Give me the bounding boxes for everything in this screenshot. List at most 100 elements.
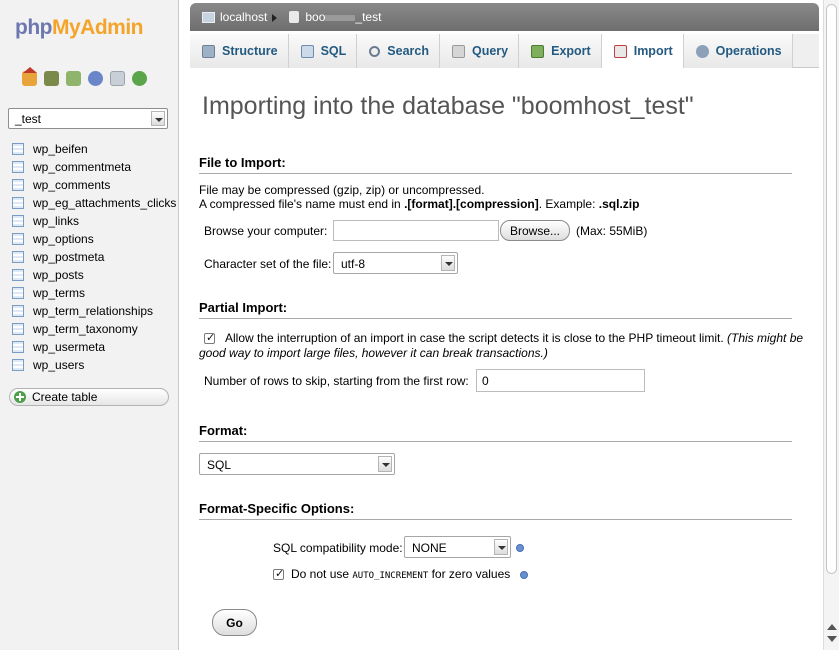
- go-button[interactable]: Go: [212, 609, 257, 636]
- table-item[interactable]: wp_links: [12, 212, 176, 230]
- auto-increment-code: AUTO_INCREMENT: [352, 571, 429, 581]
- reload-icon[interactable]: [132, 71, 147, 86]
- format-heading: Format:: [199, 423, 792, 442]
- tab-operations[interactable]: Operations: [683, 34, 793, 68]
- table-icon[interactable]: [12, 341, 24, 353]
- table-name[interactable]: wp_beifen: [33, 142, 88, 156]
- no-auto-increment-label: Do not use AUTO_INCREMENT for zero value…: [291, 567, 510, 581]
- table-item[interactable]: wp_terms: [12, 284, 176, 302]
- logo-php: php: [15, 16, 52, 39]
- table-item[interactable]: wp_beifen: [12, 140, 176, 158]
- table-name[interactable]: wp_commentmeta: [33, 160, 131, 174]
- home-icon[interactable]: [22, 67, 37, 86]
- skip-rows-input[interactable]: 0: [476, 369, 645, 392]
- tab-label: SQL: [320, 44, 347, 58]
- breadcrumb-database[interactable]: boo _test: [305, 10, 381, 24]
- table-item[interactable]: wp_posts: [12, 266, 176, 284]
- table-icon[interactable]: [12, 287, 24, 299]
- table-name[interactable]: wp_usermeta: [33, 340, 105, 354]
- tab-sql[interactable]: SQL: [288, 34, 358, 68]
- tab-import[interactable]: Import: [601, 34, 684, 68]
- table-item[interactable]: wp_postmeta: [12, 248, 176, 266]
- tab-label: Structure: [222, 44, 278, 58]
- format-select[interactable]: SQL: [199, 453, 395, 475]
- logout-icon[interactable]: [44, 71, 59, 86]
- tab-export[interactable]: Export: [519, 34, 602, 68]
- table-name[interactable]: wp_eg_attachments_clicks: [33, 196, 176, 210]
- database-select-value: _test: [15, 112, 42, 126]
- table-icon[interactable]: [12, 143, 24, 155]
- search-icon: [369, 45, 381, 57]
- no-auto-increment-checkbox[interactable]: [273, 567, 284, 580]
- database-select[interactable]: _test: [8, 108, 168, 129]
- table-name[interactable]: wp_comments: [33, 178, 110, 192]
- allow-interrupt-text: Allow the interruption of an import in c…: [225, 331, 724, 345]
- query-icon: [451, 44, 465, 58]
- table-item[interactable]: wp_term_relationships: [12, 302, 176, 320]
- scrollbar[interactable]: [823, 0, 839, 650]
- table-icon[interactable]: [12, 197, 24, 209]
- table-icon[interactable]: [12, 269, 24, 281]
- table-item[interactable]: wp_comments: [12, 176, 176, 194]
- scrollbar-thumb[interactable]: [826, 4, 837, 574]
- note-format: .[format].[compression]: [404, 197, 539, 211]
- scroll-up-icon[interactable]: [827, 624, 837, 630]
- table-name[interactable]: wp_term_relationships: [33, 304, 153, 318]
- database-icon: [289, 11, 300, 23]
- tab-label: Export: [551, 44, 591, 58]
- scroll-down-icon[interactable]: [827, 636, 837, 642]
- create-table-button[interactable]: Create table: [9, 388, 169, 406]
- table-icon[interactable]: [12, 251, 24, 263]
- table-name[interactable]: wp_options: [33, 232, 94, 246]
- table-item[interactable]: wp_commentmeta: [12, 158, 176, 176]
- compat-mode-value: NONE: [412, 541, 447, 555]
- table-item[interactable]: wp_users: [12, 356, 176, 374]
- tab-search[interactable]: Search: [357, 34, 440, 68]
- no-auto-post: for zero values: [428, 567, 511, 581]
- compression-format-note: A compressed file's name must end in .[f…: [199, 197, 639, 211]
- allow-interrupt-label: Allow the interruption of an import in c…: [225, 331, 803, 345]
- table-item[interactable]: wp_usermeta: [12, 338, 176, 356]
- browse-button[interactable]: Browse...: [500, 220, 570, 241]
- sql-icon: [300, 44, 314, 58]
- table-icon[interactable]: [12, 179, 24, 191]
- tab-label: Search: [387, 44, 429, 58]
- tab-structure[interactable]: Structure: [190, 34, 289, 68]
- chevron-down-icon: [441, 255, 455, 271]
- breadcrumb-server[interactable]: localhost: [220, 10, 267, 24]
- sql-docs-icon[interactable]: [110, 71, 125, 86]
- table-icon[interactable]: [12, 161, 24, 173]
- table-icon[interactable]: [12, 323, 24, 335]
- allow-interrupt-note: (This might be: [727, 331, 804, 345]
- tab-query[interactable]: Query: [439, 34, 520, 68]
- table-name[interactable]: wp_users: [33, 358, 84, 372]
- allow-interrupt-checkbox[interactable]: [204, 331, 215, 344]
- documentation-icon[interactable]: [88, 71, 103, 86]
- charset-label: Character set of the file:: [204, 257, 332, 271]
- help-icon[interactable]: [516, 544, 524, 552]
- note-mid: . Example:: [538, 197, 599, 211]
- format-options-heading: Format-Specific Options:: [199, 501, 792, 520]
- query-window-icon[interactable]: [66, 71, 81, 86]
- table-name[interactable]: wp_terms: [33, 286, 85, 300]
- table-name[interactable]: wp_links: [33, 214, 79, 228]
- table-item[interactable]: wp_term_taxonomy: [12, 320, 176, 338]
- table-list: wp_beifen wp_commentmeta wp_comments wp_…: [12, 140, 176, 374]
- table-item[interactable]: wp_eg_attachments_clicks: [12, 194, 176, 212]
- charset-select[interactable]: utf-8: [333, 252, 458, 274]
- note-prefix: A compressed file's name must end in: [199, 197, 405, 211]
- table-name[interactable]: wp_posts: [33, 268, 84, 282]
- table-icon[interactable]: [12, 233, 24, 245]
- table-icon[interactable]: [12, 305, 24, 317]
- compat-mode-select[interactable]: NONE: [404, 536, 511, 558]
- help-icon[interactable]: [520, 571, 528, 579]
- table-name[interactable]: wp_postmeta: [33, 250, 104, 264]
- table-icon[interactable]: [12, 359, 24, 371]
- compat-mode-label: SQL compatibility mode:: [273, 541, 403, 555]
- table-icon[interactable]: [12, 215, 24, 227]
- table-name[interactable]: wp_term_taxonomy: [33, 322, 138, 336]
- table-item[interactable]: wp_options: [12, 230, 176, 248]
- phpmyadmin-logo[interactable]: phpMyAdmin: [15, 16, 143, 40]
- file-path-field[interactable]: [333, 220, 499, 241]
- server-icon: [202, 11, 215, 23]
